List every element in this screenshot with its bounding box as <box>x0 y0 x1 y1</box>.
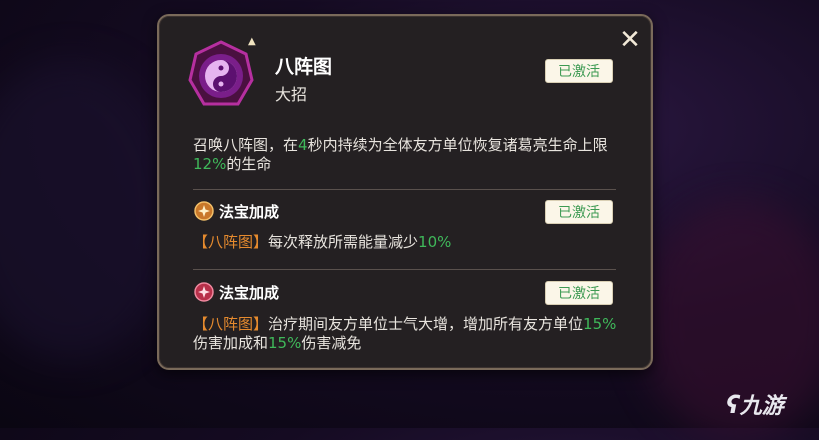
bonus2-title: 法宝加成 <box>219 284 280 302</box>
skill-description: 召唤八阵图，在4秒内持续为全体友方单位恢复诸葛亮生命上限 12%的生命 <box>193 136 623 174</box>
bonus1-title: 法宝加成 <box>219 203 280 221</box>
bonus2-text3: 伤害减免 <box>301 334 362 352</box>
bonus2-text2: 伤害加成和 <box>193 334 269 352</box>
bonus1-percent: 10% <box>418 233 452 251</box>
desc-percent: 12% <box>193 155 227 173</box>
bonus2-tag: 【八阵图】 <box>193 315 269 333</box>
desc-seconds: 4 <box>298 136 308 154</box>
bonus2-percent1: 15% <box>583 315 617 333</box>
yin-yang-icon <box>188 40 254 106</box>
bonus2-description: 【八阵图】治疗期间友方单位士气大增，增加所有友方单位15%伤害加成和15%伤害减… <box>193 315 623 353</box>
bonus1-text: 每次释放所需能量减少 <box>268 233 419 251</box>
skill-name: 八阵图 <box>275 56 333 78</box>
skill-type: 大招 <box>275 85 308 104</box>
bonus2-percent2: 15% <box>268 334 302 352</box>
background-shape <box>0 60 180 360</box>
close-icon[interactable]: ✕ <box>616 26 644 54</box>
bonus1-description: 【八阵图】每次释放所需能量减少10% <box>193 233 623 252</box>
watermark-logo: ʕ九游 <box>726 391 784 419</box>
desc-text: 召唤八阵图，在 <box>193 136 299 154</box>
up-arrow-icon: ▲ <box>248 36 256 47</box>
divider <box>193 189 616 190</box>
desc-text: 的生命 <box>226 155 272 173</box>
bonus1-tag: 【八阵图】 <box>193 233 269 251</box>
red-treasure-icon <box>194 282 214 302</box>
bonus1-status-badge: 已激活 <box>545 200 613 224</box>
skill-status-badge: 已激活 <box>545 59 613 83</box>
bonus2-text: 治疗期间友方单位士气大增，增加所有友方单位 <box>268 315 584 333</box>
bonus2-status-badge: 已激活 <box>545 281 613 305</box>
gold-treasure-icon <box>194 201 214 221</box>
watermark-text: 九游 <box>739 394 784 419</box>
divider <box>193 269 616 270</box>
desc-text: 秒内持续为全体友方单位恢复诸葛亮生命上限 <box>307 136 608 154</box>
